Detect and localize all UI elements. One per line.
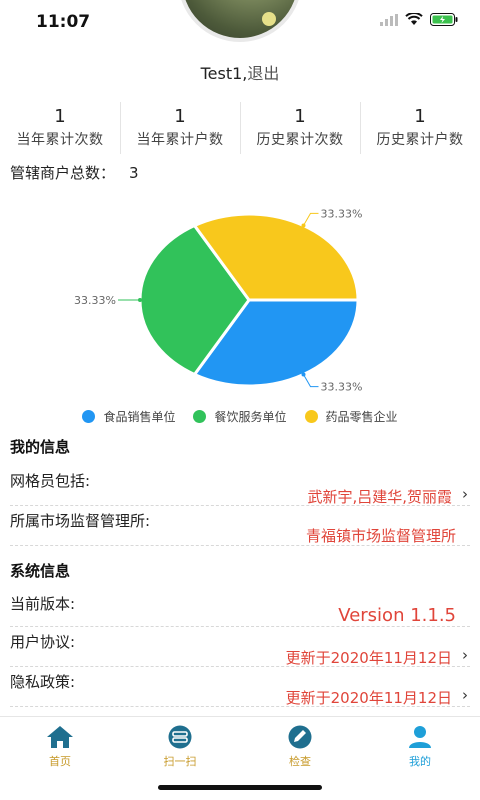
chevron-right-icon: ›: [462, 686, 468, 704]
chevron-right-icon: ›: [462, 646, 468, 664]
stat-value: 1: [294, 106, 306, 127]
stat-year-households: 1 当年累计户数: [120, 100, 240, 156]
user-name: Test1: [200, 64, 243, 83]
edit-icon: [288, 725, 312, 749]
home-indicator: [158, 785, 322, 790]
tab-home[interactable]: 首页: [0, 717, 120, 777]
tab-label: 我的: [409, 755, 431, 768]
merchant-total-label: 管辖商户总数：: [10, 164, 116, 182]
user-agreement-value: 更新于2020年11月12日: [285, 649, 452, 667]
grid-staff-row[interactable]: 网格员包括: 武新宇,吕建华,贺丽霞 ›: [10, 470, 470, 506]
tab-label: 首页: [49, 755, 71, 768]
stat-year-visits: 1 当年累计次数: [0, 100, 120, 156]
stat-value: 1: [54, 106, 66, 127]
version-label: 当前版本:: [10, 595, 76, 613]
stat-history-households: 1 历史累计户数: [360, 100, 480, 156]
pie-label-pharmacy: 33.33%: [321, 207, 363, 220]
privacy-policy-value: 更新于2020年11月12日: [285, 689, 452, 707]
legend-dot: [193, 410, 207, 423]
office-value: 青福镇市场监督管理所: [305, 527, 456, 545]
stat-value: 1: [414, 106, 426, 127]
battery-icon: [430, 13, 458, 26]
system-info-title: 系统信息: [10, 562, 71, 580]
legend-item-pharmacy[interactable]: 药品零售企业: [304, 408, 398, 425]
pie-leader-line: [303, 212, 319, 226]
chevron-right-icon: ›: [462, 485, 468, 503]
office-label: 所属市场监督管理所:: [10, 512, 151, 530]
merchant-total: 管辖商户总数： 3: [10, 162, 139, 183]
legend-label: 食品销售单位: [103, 410, 176, 424]
user-agreement-row[interactable]: 用户协议: 更新于2020年11月12日 ›: [10, 631, 470, 667]
legend-item-food-sales[interactable]: 食品销售单位: [82, 408, 175, 425]
pie-leader-dot: [301, 372, 306, 377]
pie-label-food-sales: 33.33%: [321, 381, 363, 394]
legend-label: 药品零售企业: [325, 410, 398, 424]
tab-scan[interactable]: 扫一扫: [120, 717, 240, 777]
user-line: Test1,退出: [0, 60, 480, 84]
home-icon: [47, 726, 73, 748]
privacy-policy-label: 隐私政策:: [10, 673, 76, 691]
merchant-total-value: 3: [129, 164, 139, 182]
stat-label: 历史累计户数: [376, 132, 464, 148]
legend-dot: [82, 410, 96, 423]
legend-item-catering[interactable]: 餐饮服务单位: [193, 408, 287, 425]
status-icons: [380, 13, 458, 26]
legend-dot: [304, 410, 318, 423]
logout-link[interactable]: 退出: [247, 64, 279, 83]
profile-icon: [409, 726, 431, 748]
office-row: 所属市场监督管理所: 青福镇市场监督管理所: [10, 510, 470, 546]
wifi-icon: [405, 13, 423, 25]
version-value: Version 1.1.5: [338, 605, 456, 626]
pie-label-catering: 33.33%: [74, 294, 116, 307]
my-info-title: 我的信息: [10, 438, 71, 456]
tab-label: 扫一扫: [163, 755, 197, 768]
status-time: 11:07: [36, 12, 91, 32]
pie-leader-dot: [138, 298, 142, 302]
stat-history-visits: 1 历史累计次数: [240, 100, 360, 156]
stats-row: 1 当年累计次数 1 当年累计户数 1 历史累计次数 1 历史累计户数: [0, 100, 480, 156]
merchant-pie-chart: 33.33% 33.33% 33.33%: [74, 207, 363, 394]
version-row: 当前版本: Version 1.1.5: [10, 593, 470, 627]
tab-inspect[interactable]: 检查: [240, 717, 360, 777]
grid-staff-label: 网格员包括:: [10, 472, 91, 490]
bottom-tab-bar: 首页 扫一扫 检查 我的: [0, 716, 480, 800]
avatar-flower: [262, 12, 276, 26]
stat-label: 当年累计户数: [136, 132, 224, 148]
stat-label: 当年累计次数: [16, 132, 104, 148]
pie-leader-dot: [301, 223, 306, 228]
grid-staff-value: 武新宇,吕建华,贺丽霞: [307, 488, 452, 506]
tab-label: 检查: [289, 755, 311, 768]
stat-value: 1: [174, 106, 186, 127]
legend-label: 餐饮服务单位: [214, 410, 287, 424]
privacy-policy-row[interactable]: 隐私政策: 更新于2020年11月12日 ›: [10, 671, 470, 707]
signal-icon: [380, 13, 398, 26]
user-agreement-label: 用户协议:: [10, 633, 76, 651]
scan-icon: [168, 725, 192, 749]
chart-legend: 食品销售单位 餐饮服务单位 药品零售企业: [0, 408, 480, 425]
stat-label: 历史累计次数: [256, 132, 344, 148]
tab-mine[interactable]: 我的: [360, 717, 480, 777]
pie-leader-line: [303, 374, 319, 388]
